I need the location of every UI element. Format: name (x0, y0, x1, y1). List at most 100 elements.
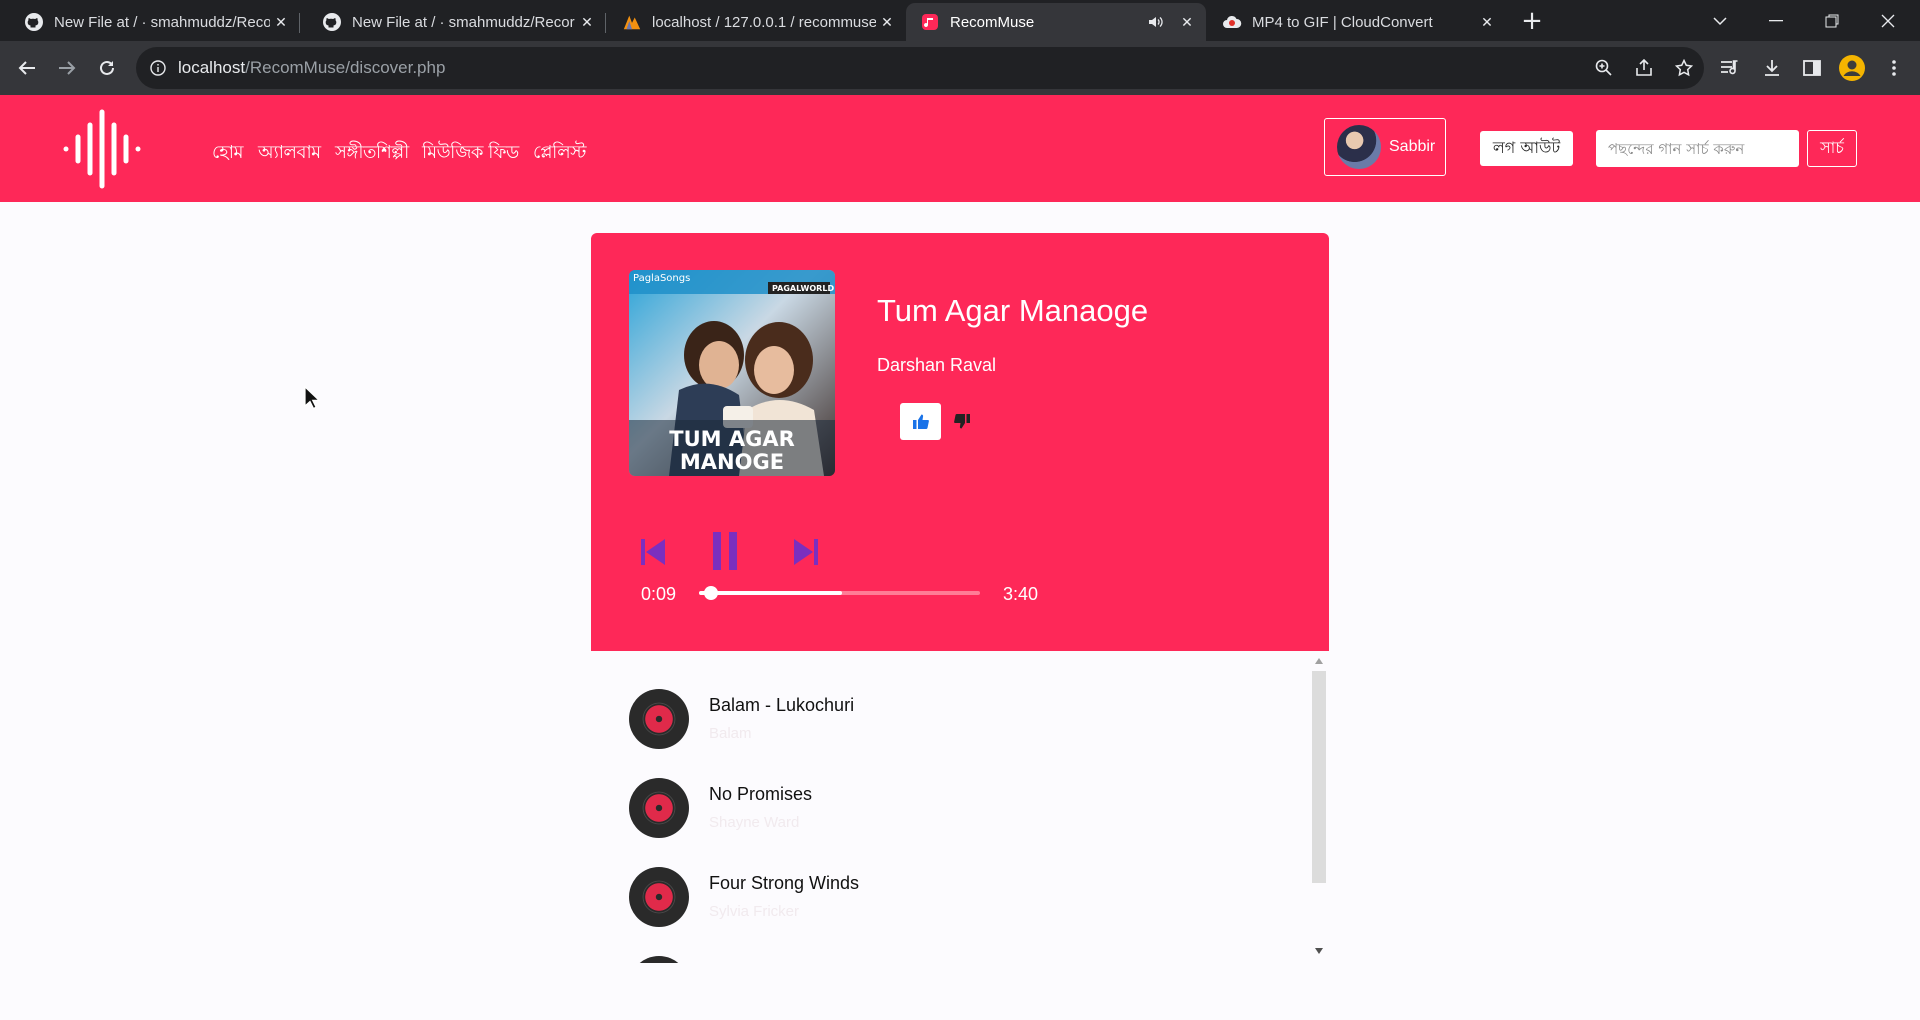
chrome-menu-icon[interactable] (1880, 54, 1908, 82)
search-button[interactable]: সার্চ (1807, 130, 1857, 167)
close-tab-icon[interactable]: ✕ (576, 11, 598, 33)
back-button[interactable] (12, 53, 42, 83)
vinyl-disc-icon (629, 956, 689, 963)
reload-button[interactable] (92, 53, 122, 83)
progress-thumb[interactable] (703, 586, 718, 600)
github-icon (24, 12, 44, 32)
cover-brand: PaglaSongs (633, 273, 690, 284)
nav-home[interactable]: হোম (212, 138, 243, 169)
song-artist-name: Sylvia Fricker (709, 903, 800, 920)
song-artist-name: Balam (709, 725, 752, 742)
browser-tab-3[interactable]: localhost / 127.0.0.1 / recommuse ✕ (608, 3, 906, 41)
url-host: localhost (178, 58, 246, 77)
pause-button[interactable] (710, 530, 740, 572)
site-info-icon[interactable] (150, 60, 166, 76)
close-tab-icon[interactable]: ✕ (1476, 11, 1498, 33)
address-bar[interactable]: localhost/RecomMuse/discover.php (136, 47, 1704, 89)
close-window-button[interactable] (1860, 0, 1916, 41)
next-button[interactable] (792, 535, 820, 569)
song-name: No Promises (709, 784, 813, 804)
site-logo-icon[interactable] (63, 109, 143, 189)
bookmark-star-icon[interactable] (1670, 54, 1698, 82)
thumbs-down-icon (954, 413, 970, 429)
side-panel-icon[interactable] (1798, 54, 1826, 82)
forward-button[interactable] (52, 53, 82, 83)
tab-title: localhost / 127.0.0.1 / recommuse (652, 13, 876, 31)
song-name: Four Strong Winds (709, 873, 860, 893)
thumbs-up-icon (912, 414, 929, 429)
song-artist-name: Shayne Ward (709, 814, 800, 831)
song-artist: Darshan Raval (877, 355, 997, 375)
share-icon[interactable] (1630, 54, 1658, 82)
song-name: Balam - Lukochuri (709, 695, 855, 715)
nav-albums[interactable]: অ্যালবাম (258, 138, 321, 169)
profile-avatar-icon[interactable] (1838, 54, 1866, 82)
new-tab-button[interactable]: + (1518, 8, 1546, 36)
browser-toolbar: localhost/RecomMuse/discover.php (0, 41, 1920, 95)
list-item[interactable]: Four Strong Winds Sylvia Fricker (629, 867, 1229, 931)
cover-title-line2: MANOGE (680, 450, 784, 474)
browser-tab-active[interactable]: RecomMuse ✕ (906, 3, 1206, 41)
close-tab-icon[interactable]: ✕ (1176, 11, 1198, 33)
vinyl-disc-icon (629, 689, 689, 749)
tab-title: RecomMuse (950, 13, 1035, 31)
browser-tab-2[interactable]: New File at / · smahmuddz/Recor ✕ (308, 3, 606, 41)
dislike-button[interactable] (952, 411, 972, 431)
cover-tag: PAGALWORLD (772, 284, 834, 293)
song-list: Balam - Lukochuri Balam No Promises Shay… (591, 651, 1329, 963)
pause-icon (713, 532, 737, 570)
previous-button[interactable] (639, 535, 667, 569)
song-title: Tum Agar Manaoge (877, 293, 1149, 328)
vinyl-disc-icon (629, 778, 689, 838)
close-tab-icon[interactable]: ✕ (876, 11, 898, 33)
cloudconvert-icon (1222, 12, 1242, 32)
skip-next-icon (794, 538, 818, 566)
tab-search-button[interactable] (1692, 0, 1748, 41)
github-icon (322, 12, 342, 32)
scroll-up-arrow-icon[interactable] (1315, 658, 1323, 664)
restore-button[interactable] (1804, 0, 1860, 41)
list-item-partial[interactable] (629, 956, 1229, 963)
tab-title: New File at / · smahmuddz/Recor (54, 13, 270, 31)
user-profile-button[interactable]: Sabbir (1324, 118, 1446, 176)
album-cover: PaglaSongs PAGALWORLD TUM AGAR MANOGE (629, 270, 835, 476)
like-button[interactable] (900, 403, 941, 440)
logout-button[interactable]: লগ আউট (1480, 131, 1573, 166)
tab-separator (605, 13, 606, 33)
mouse-cursor-icon (304, 386, 320, 410)
user-name: Sabbir (1389, 138, 1436, 155)
nav-playlist[interactable]: প্লেলিস্ট (533, 138, 587, 169)
tab-title: New File at / · smahmuddz/Recor (352, 13, 575, 31)
scroll-thumb[interactable] (1312, 671, 1326, 883)
music-player-card: PaglaSongs PAGALWORLD TUM AGAR MANOGE Tu… (591, 233, 1329, 651)
zoom-icon[interactable] (1590, 54, 1618, 82)
url-text: localhost/RecomMuse/discover.php (178, 47, 445, 89)
nav-music-feed[interactable]: মিউজিক ফিড (422, 138, 519, 169)
progress-slider[interactable] (699, 586, 980, 600)
scroll-down-arrow-icon[interactable] (1315, 948, 1323, 954)
nav-artists[interactable]: সঙ্গীতশিল্পী (335, 138, 409, 169)
skip-previous-icon (641, 538, 665, 566)
media-control-icon[interactable] (1716, 54, 1744, 82)
browser-tab-strip: New File at / · smahmuddz/Recor ✕ New Fi… (0, 0, 1920, 41)
song-search-input[interactable] (1596, 130, 1799, 167)
user-avatar (1337, 125, 1381, 169)
song-list-scrollbar[interactable] (1311, 656, 1327, 958)
recommuse-icon (920, 12, 940, 32)
browser-tab-5[interactable]: MP4 to GIF | CloudConvert ✕ (1208, 3, 1506, 41)
url-path: /RecomMuse/discover.php (245, 58, 446, 77)
list-item[interactable]: Balam - Lukochuri Balam (629, 689, 1229, 753)
cover-title-line1: TUM AGAR (669, 427, 795, 451)
duration: 3:40 (1003, 584, 1039, 604)
close-tab-icon[interactable]: ✕ (270, 11, 292, 33)
list-item[interactable]: No Promises Shayne Ward (629, 778, 1229, 842)
buffered-bar (699, 591, 843, 595)
current-time: 0:09 (641, 584, 677, 604)
browser-tab-1[interactable]: New File at / · smahmuddz/Recor ✕ (10, 3, 300, 41)
minimize-button[interactable] (1748, 0, 1804, 41)
download-icon[interactable] (1758, 54, 1786, 82)
tab-title: MP4 to GIF | CloudConvert (1252, 13, 1433, 31)
phpmyadmin-icon (622, 12, 642, 32)
vinyl-disc-icon (629, 867, 689, 927)
speaker-icon[interactable] (1148, 15, 1164, 29)
